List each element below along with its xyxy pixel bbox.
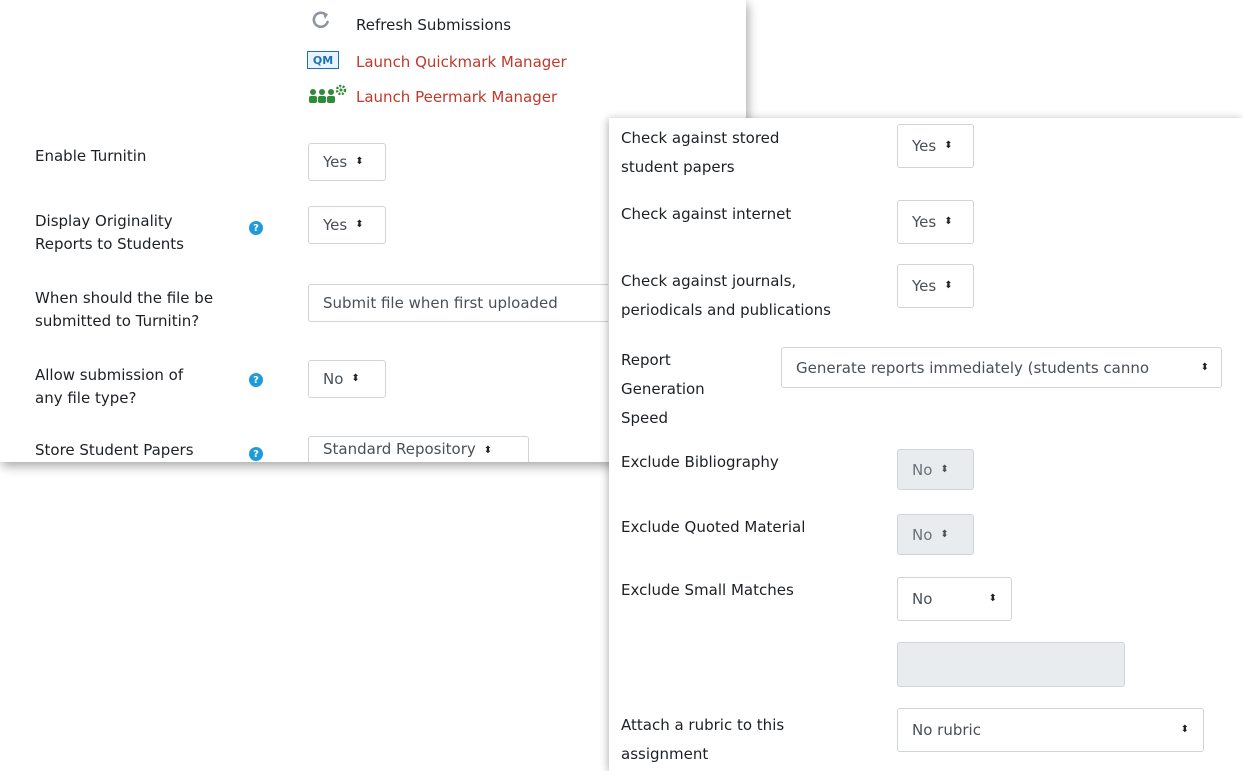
caret-icon: ⬍ (944, 216, 953, 227)
enable-turnitin-label: Enable Turnitin (35, 147, 147, 165)
check-internet-label: Check against internet (621, 205, 792, 223)
exclude-small-value: No (912, 590, 933, 608)
when-submit-label-line1: When should the file be (35, 289, 214, 307)
caret-icon: ⬍ (944, 140, 953, 151)
report-speed-label-line3: Speed (621, 409, 669, 427)
allow-any-label-line1: Allow submission of (35, 366, 184, 384)
display-reports-select[interactable]: Yes ⬍ (308, 206, 386, 244)
small-matches-threshold-input[interactable] (897, 642, 1125, 687)
report-speed-select[interactable]: Generate reports immediately (students c… (781, 347, 1222, 388)
peermark-icon (307, 82, 349, 104)
check-journals-select[interactable]: Yes ⬍ (897, 264, 974, 308)
allow-any-value: No (323, 370, 344, 388)
right-settings-panel: Check against stored student papers Yes ⬍… (609, 118, 1243, 771)
caret-icon: ⬍ (940, 463, 949, 475)
check-stored-label-line2: student papers (621, 158, 735, 176)
exclude-quoted-select[interactable]: No ⬍ (897, 514, 974, 555)
help-icon[interactable]: ? (249, 373, 263, 387)
when-submit-label: When should the file be submitted to Tur… (35, 287, 213, 333)
report-speed-label-line1: Report (621, 351, 671, 369)
check-journals-label-line1: Check against journals, (621, 272, 797, 290)
attach-rubric-label: Attach a rubric to this assignment (621, 714, 784, 766)
caret-icon: ⬍ (355, 219, 364, 230)
check-stored-label-line1: Check against stored (621, 129, 780, 147)
report-speed-label: Report Generation Speed (621, 346, 705, 433)
display-reports-label-line2: Reports to Students (35, 235, 184, 253)
refresh-icon (312, 10, 330, 30)
caret-icon: ⬍ (940, 528, 949, 540)
caret-icon: ⬍ (1200, 361, 1209, 373)
check-internet-select[interactable]: Yes ⬍ (897, 200, 974, 244)
attach-rubric-select[interactable]: No rubric ⬍ (897, 708, 1204, 752)
help-icon[interactable]: ? (249, 447, 263, 461)
allow-any-select[interactable]: No ⬍ (308, 360, 386, 398)
attach-rubric-label-line2: assignment (621, 745, 709, 763)
caret-icon: ⬍ (483, 445, 493, 456)
attach-rubric-label-line1: Attach a rubric to this (621, 716, 785, 734)
exclude-small-label: Exclude Small Matches (621, 581, 794, 599)
launch-peermark-link[interactable]: Launch Peermark Manager (356, 87, 557, 107)
caret-icon: ⬍ (1180, 724, 1189, 735)
exclude-bibliography-select[interactable]: No ⬍ (897, 449, 974, 490)
help-icon[interactable]: ? (249, 221, 263, 235)
caret-icon: ⬍ (988, 593, 997, 604)
store-papers-select[interactable]: Standard Repository ⬍ (308, 436, 529, 462)
allow-any-label: Allow submission of any file type? (35, 364, 183, 410)
display-reports-label: Display Originality Reports to Students (35, 210, 184, 256)
report-speed-label-line2: Generation (621, 380, 705, 398)
store-papers-label: Store Student Papers (35, 441, 194, 459)
caret-icon: ⬍ (351, 373, 360, 384)
exclude-small-select[interactable]: No ⬍ (897, 577, 1012, 621)
store-papers-value: Standard Repository (323, 440, 476, 458)
enable-turnitin-value: Yes (323, 153, 348, 171)
when-submit-select[interactable]: Submit file when first uploaded (308, 284, 608, 322)
check-journals-label-line2: periodicals and publications (621, 301, 831, 319)
allow-any-label-line2: any file type? (35, 389, 137, 407)
exclude-bibliography-value: No (912, 460, 933, 479)
quickmark-icon: QM (307, 51, 339, 69)
report-speed-value: Generate reports immediately (students c… (796, 358, 1150, 377)
check-journals-value: Yes (912, 277, 937, 295)
caret-icon: ⬍ (355, 156, 364, 167)
caret-icon: ⬍ (944, 280, 953, 291)
check-stored-label: Check against stored student papers (621, 127, 779, 179)
exclude-bibliography-label: Exclude Bibliography (621, 453, 779, 471)
exclude-quoted-label: Exclude Quoted Material (621, 518, 806, 536)
display-reports-value: Yes (323, 216, 348, 234)
when-submit-value: Submit file when first uploaded (323, 294, 558, 312)
when-submit-label-line2: submitted to Turnitin? (35, 312, 200, 330)
check-stored-select[interactable]: Yes ⬍ (897, 124, 974, 168)
check-internet-value: Yes (912, 213, 937, 231)
check-stored-value: Yes (912, 137, 937, 155)
launch-quickmark-link[interactable]: Launch Quickmark Manager (356, 52, 567, 72)
exclude-quoted-value: No (912, 525, 933, 544)
display-reports-label-line1: Display Originality (35, 212, 173, 230)
enable-turnitin-select[interactable]: Yes ⬍ (308, 143, 386, 181)
attach-rubric-value: No rubric (912, 721, 981, 739)
refresh-submissions-link[interactable]: Refresh Submissions (356, 15, 511, 35)
check-journals-label: Check against journals, periodicals and … (621, 270, 831, 322)
